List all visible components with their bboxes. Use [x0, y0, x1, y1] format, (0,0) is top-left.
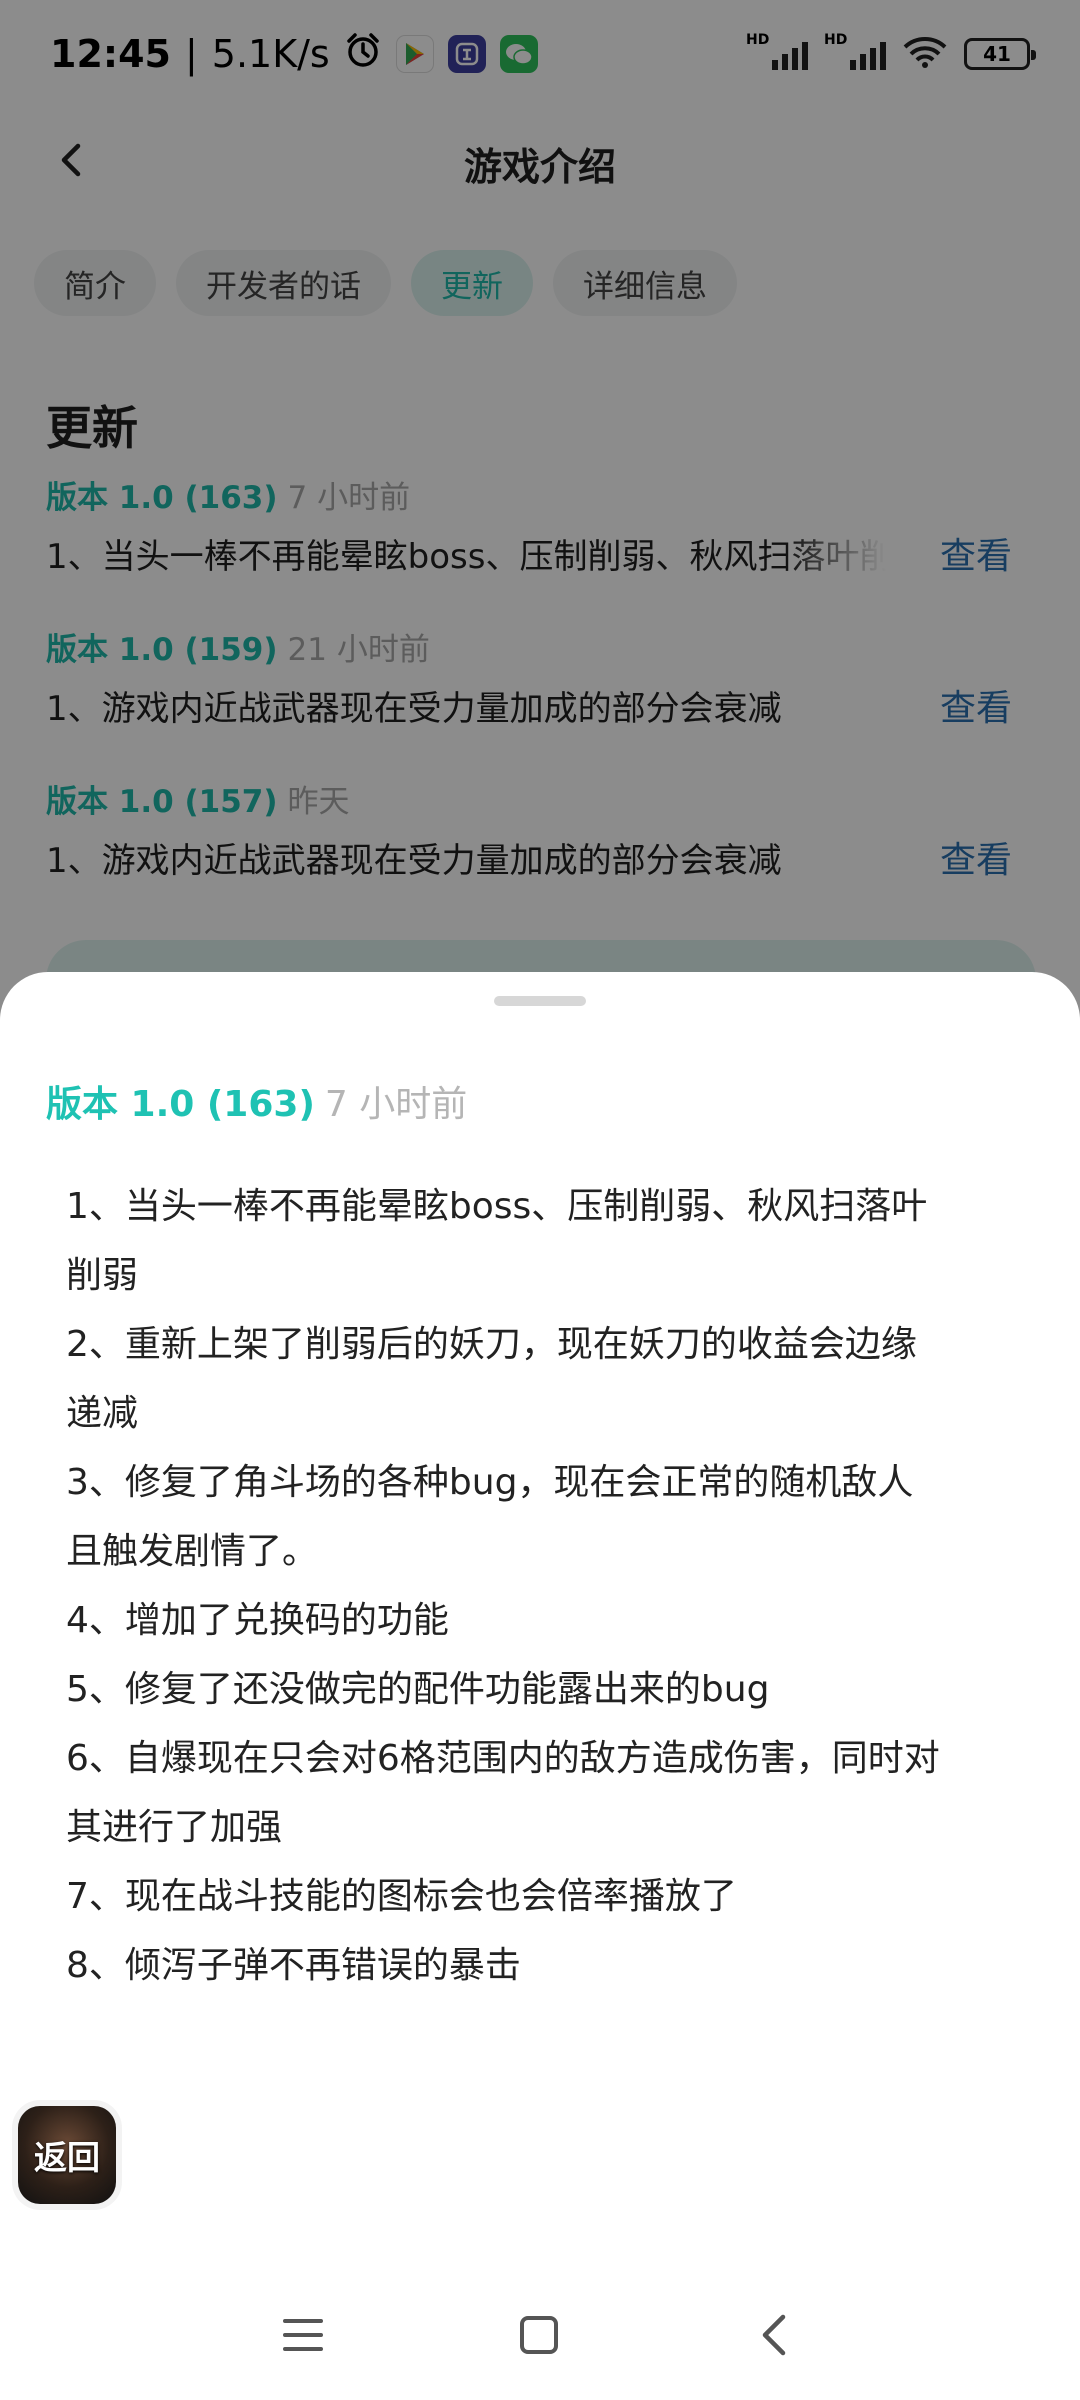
release-note-line: 递减: [66, 1393, 139, 1434]
menu-icon: [283, 2319, 323, 2351]
home-button[interactable]: [494, 2290, 584, 2380]
drag-handle[interactable]: [494, 996, 586, 1006]
release-notes: 1、当头一棒不再能晕眩boss、压制削弱、秋风扫落叶 削弱 2、重新上架了削弱后…: [66, 1172, 1026, 2000]
release-note-line: 7、现在战斗技能的图标会也会倍率播放了: [66, 1876, 737, 1917]
sheet-meta: 版本 1.0 (163) 7 小时前: [46, 1080, 467, 1130]
home-square-icon: [520, 2316, 558, 2354]
back-arrow-icon: [762, 2314, 786, 2356]
release-note-line: 3、修复了角斗场的各种bug，现在会正常的随机敌人: [66, 1462, 914, 1503]
release-note-line: 4、增加了兑换码的功能: [66, 1600, 449, 1641]
release-note-line: 5、修复了还没做完的配件功能露出来的bug: [66, 1669, 770, 1710]
update-detail-sheet: 版本 1.0 (163) 7 小时前 1、当头一棒不再能晕眩boss、压制削弱、秋…: [0, 972, 1080, 2400]
release-note-line: 削弱: [66, 1255, 139, 1296]
sheet-time: 7 小时前: [324, 1084, 468, 1125]
system-nav-bar: [0, 2290, 1080, 2380]
floating-back-button[interactable]: 返回: [18, 2106, 116, 2204]
release-note-line: 且触发剧情了。: [66, 1531, 319, 1572]
release-note-line: 8、倾泻子弹不再错误的暴击: [66, 1945, 521, 1986]
release-note-line: 其进行了加强: [66, 1807, 283, 1848]
sheet-version: 版本 1.0 (163): [46, 1084, 315, 1125]
release-note-line: 6、自爆现在只会对6格范围内的敌方造成伤害，同时对: [66, 1738, 940, 1779]
release-note-line: 1、当头一棒不再能晕眩boss、压制削弱、秋风扫落叶: [66, 1186, 928, 1227]
release-note-line: 2、重新上架了削弱后的妖刀，现在妖刀的收益会边缘: [66, 1324, 917, 1365]
menu-button[interactable]: [258, 2290, 348, 2380]
system-back-button[interactable]: [730, 2290, 820, 2380]
floating-back-label: 返回: [34, 2138, 100, 2177]
